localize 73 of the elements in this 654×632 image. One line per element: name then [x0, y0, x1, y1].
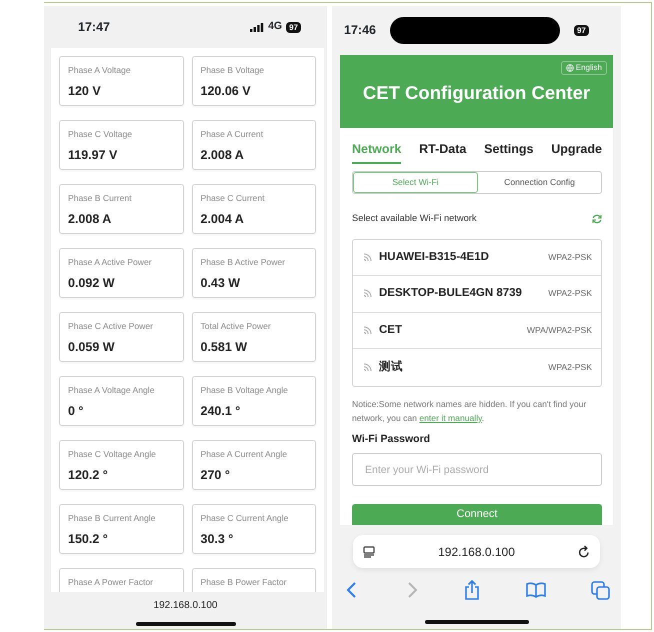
- metric-label: Phase C Voltage: [68, 128, 134, 141]
- network-name: CET: [379, 322, 403, 338]
- metric-label: Phase C Voltage Angle: [68, 448, 157, 461]
- metric-label: Phase B Voltage Angle: [200, 384, 289, 397]
- metric-label: Total Active Power: [200, 320, 272, 333]
- metric-value: 2.008 A: [68, 210, 112, 228]
- notice-text: Notice:Some network names are hidden. If you can't find your network, you can enter it manually.: [352, 398, 588, 425]
- share-button[interactable]: [464, 580, 480, 600]
- metric-value: 120 V: [68, 82, 102, 100]
- wifi-icon: [363, 252, 372, 262]
- battery-indicator: 97: [574, 25, 589, 36]
- bookmarks-button[interactable]: [526, 580, 546, 600]
- metric-label: Phase B Power Factor: [200, 576, 288, 589]
- metric-label: Phase C Active Power: [68, 320, 154, 333]
- password-label: Wi-Fi Password: [352, 432, 432, 447]
- security-type: WPA2-PSK: [548, 287, 592, 300]
- refresh-icon[interactable]: [592, 214, 602, 224]
- network-row[interactable]: HUAWEI-B315-4E1D WPA2-PSK: [353, 240, 601, 276]
- metric-label: Phase B Active Power: [200, 256, 286, 269]
- network-row[interactable]: CET WPA/WPA2-PSK: [353, 312, 601, 350]
- metric-value: 150.2 °: [68, 530, 109, 548]
- address-bar[interactable]: 192.168.0.100: [353, 535, 600, 568]
- nav-tab[interactable]: Upgrade: [551, 140, 602, 164]
- wifi-icon: [363, 326, 372, 335]
- metric-value: 120.06 V: [200, 82, 252, 100]
- network-row[interactable]: 测试 WPA2-PSK: [353, 349, 601, 386]
- wifi-icon: [363, 362, 372, 372]
- metric-label: Phase C Current Angle: [200, 512, 290, 525]
- page-icon: [363, 546, 375, 558]
- metric-value: 240.1 °: [200, 402, 242, 420]
- globe-icon: [566, 64, 574, 72]
- network-name: 测试: [379, 359, 404, 375]
- status-time: 17:46: [344, 22, 376, 40]
- metric-label: Phase C Current: [200, 192, 266, 205]
- metric-value: 0.092 W: [68, 274, 116, 292]
- metric-label: Phase A Current: [200, 128, 264, 141]
- metric-label: Phase A Active Power: [68, 256, 153, 269]
- metric-value: 120.2 °: [68, 466, 109, 484]
- metric-value: 119.97 V: [68, 146, 118, 164]
- metric-label: Phase A Current Angle: [200, 448, 288, 461]
- address-text[interactable]: 192.168.0.100: [154, 598, 218, 613]
- security-type: WPA2-PSK: [548, 250, 592, 264]
- nav-tab[interactable]: RT-Data: [419, 140, 466, 164]
- nav-tab[interactable]: Settings: [484, 140, 534, 164]
- password-field[interactable]: Enter your Wi-Fi password: [352, 453, 602, 486]
- security-type: WPA2-PSK: [548, 360, 592, 374]
- metric-value: 2.004 A: [200, 210, 245, 228]
- reload-icon[interactable]: [578, 545, 590, 558]
- metric-label: Phase B Current: [68, 192, 133, 205]
- metric-value: 270 °: [200, 466, 231, 484]
- metric-label: Phase B Current Angle: [68, 512, 156, 525]
- network-row[interactable]: DESKTOP-BULE4GN 8739 WPA2-PSK: [353, 276, 601, 313]
- metric-label: Phase A Power Factor: [68, 576, 154, 589]
- signal-icon: [250, 22, 264, 32]
- status-time: 17:47: [78, 18, 110, 36]
- metric-value: 0.059 W: [68, 338, 116, 356]
- tabs-button[interactable]: [591, 580, 610, 600]
- metric-label: Phase A Voltage: [68, 64, 132, 77]
- network-type: 4G: [268, 19, 282, 34]
- app-title: CET Configuration Center: [362, 81, 592, 105]
- section-label: Select available Wi-Fi network: [352, 212, 477, 225]
- metric-value: 0.581 W: [200, 338, 248, 356]
- metric-value: 2.008 A: [200, 146, 245, 164]
- metric-label: Phase A Voltage Angle: [68, 384, 156, 397]
- network-name: HUAWEI-B315-4E1D: [379, 250, 490, 265]
- metric-label: Phase B Voltage: [200, 64, 266, 77]
- wifi-icon: [363, 289, 372, 298]
- security-type: WPA/WPA2-PSK: [526, 324, 592, 337]
- battery-indicator: 97: [286, 22, 301, 32]
- metric-value: 0.43 W: [200, 274, 242, 292]
- network-name: DESKTOP-BULE4GN 8739: [379, 286, 523, 302]
- metric-value: 0 °: [68, 402, 84, 420]
- metric-value: 30.3 °: [200, 530, 234, 548]
